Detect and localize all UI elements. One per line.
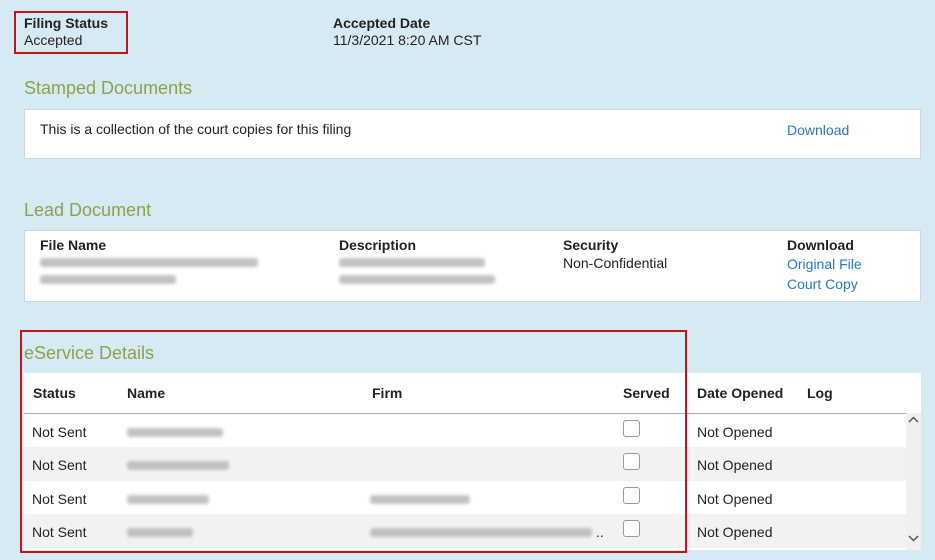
lead-document-panel: File Name Description Security Download … — [24, 230, 921, 302]
col-date-opened-header[interactable]: Date Opened — [697, 385, 783, 401]
lead-description-header: Description — [339, 237, 417, 253]
col-log-header[interactable]: Log — [807, 385, 833, 401]
stamped-download-link[interactable]: Download — [787, 122, 849, 138]
lead-file-name-redacted-2 — [40, 275, 176, 284]
lead-download-header: Download — [787, 237, 854, 253]
top-cut-edge — [0, 0, 935, 6]
row-date-opened: Not Opened — [697, 524, 773, 540]
accepted-date-label: Accepted Date — [333, 15, 431, 31]
row-date-opened: Not Opened — [697, 491, 773, 507]
stamped-description: This is a collection of the court copies… — [40, 121, 352, 137]
table-scrollbar[interactable] — [906, 413, 921, 550]
lead-description-redacted-2 — [339, 275, 495, 284]
lead-court-copy-link[interactable]: Court Copy — [787, 276, 858, 292]
lead-original-file-link[interactable]: Original File — [787, 256, 862, 272]
lead-security-header: Security — [563, 237, 619, 253]
chevron-down-icon[interactable] — [908, 533, 919, 546]
lead-file-name-redacted — [40, 258, 258, 267]
stamped-documents-title: Stamped Documents — [24, 78, 193, 98]
lead-description-redacted — [339, 258, 485, 267]
eservice-highlight — [20, 330, 687, 553]
stamped-documents-panel: This is a collection of the court copies… — [24, 109, 921, 159]
lead-security-value: Non-Confidential — [563, 255, 668, 271]
lead-document-title: Lead Document — [24, 200, 152, 220]
accepted-date-value: 11/3/2021 8:20 AM CST — [333, 32, 482, 48]
filing-status-highlight — [14, 11, 128, 54]
row-date-opened: Not Opened — [697, 457, 773, 473]
chevron-up-icon[interactable] — [908, 415, 919, 428]
accepted-date-field: Accepted Date 11/3/2021 8:20 AM CST — [333, 15, 481, 49]
row-date-opened: Not Opened — [697, 424, 773, 440]
lead-file-name-header: File Name — [40, 237, 107, 253]
